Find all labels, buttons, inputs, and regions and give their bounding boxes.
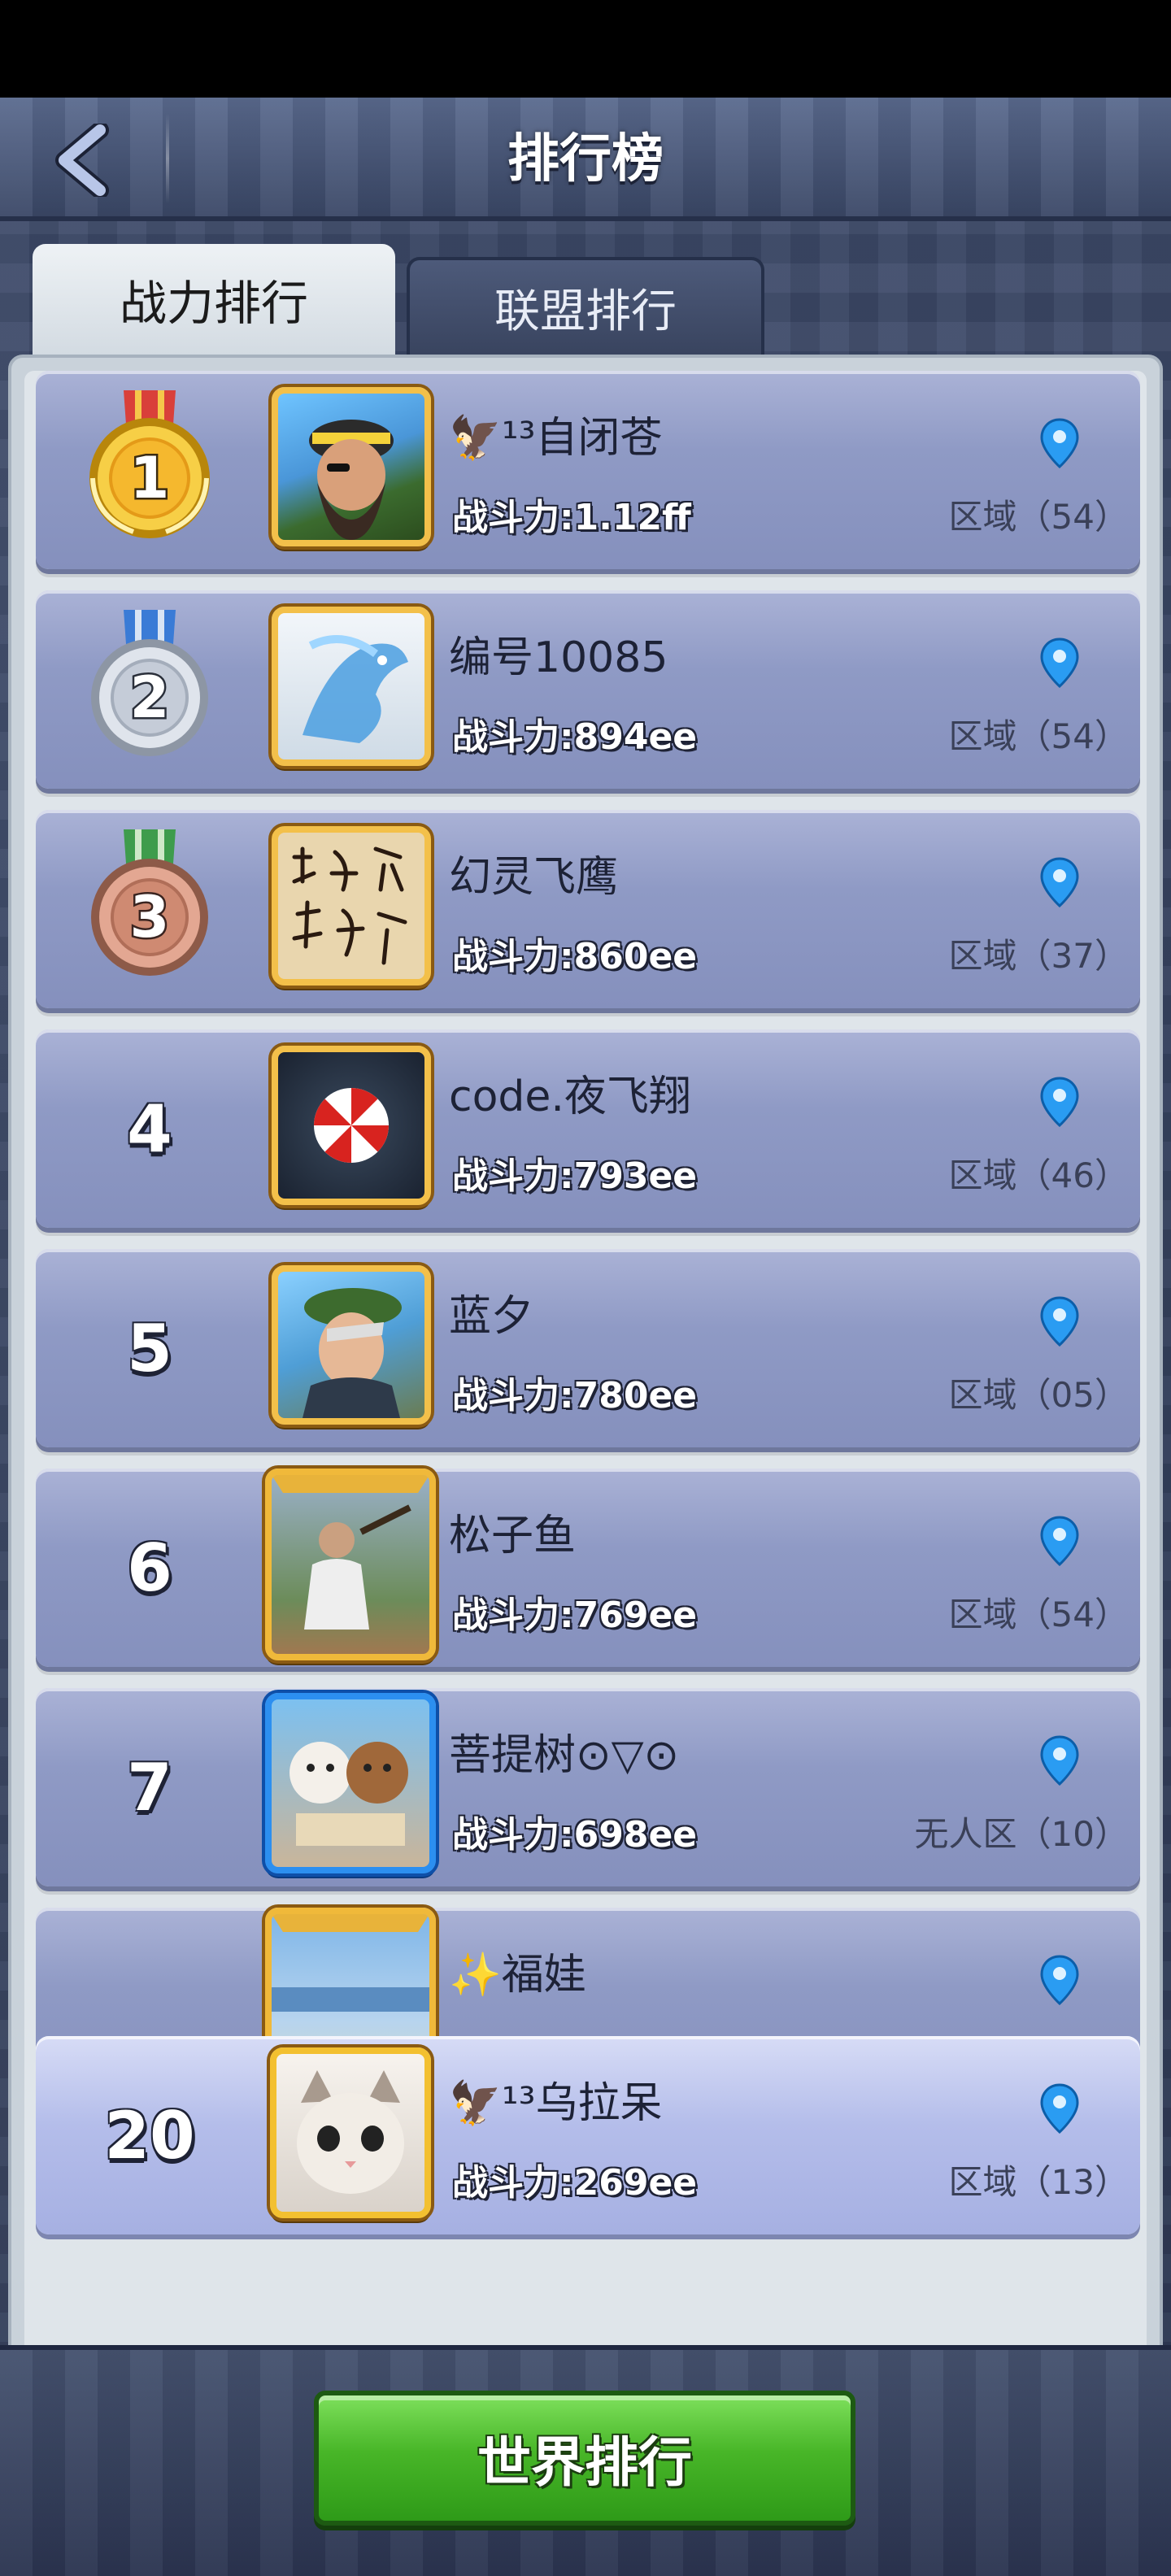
avatar[interactable]	[265, 1469, 436, 1660]
svg-text:2: 2	[130, 664, 170, 731]
player-name: code.夜飞翔	[449, 1073, 691, 1121]
svg-text:1: 1	[130, 445, 170, 511]
location-pin-icon[interactable]	[1039, 857, 1080, 907]
gold-medal-icon: 1	[89, 390, 210, 538]
avatar-soldier-icon	[303, 1288, 402, 1418]
region-label: 区域（46）	[948, 1155, 1129, 1195]
region-label: 区域（37）	[948, 936, 1129, 976]
region-label: 无人区（10）	[914, 1814, 1129, 1854]
tab-alliance-ranking[interactable]: 联盟排行	[407, 257, 764, 355]
umbrella-logo-icon	[314, 1088, 389, 1163]
player-name: ✨福娃	[449, 1951, 586, 1999]
region-label: 区域（54）	[948, 1595, 1129, 1634]
player-name: 🦅¹³乌拉呆	[449, 2079, 663, 2128]
avatar-sea-icon	[272, 1914, 429, 2012]
list-item[interactable]: 4 code.夜飞翔 战斗力:793ee 区域（46）	[36, 1029, 1140, 1228]
list-item[interactable]: 7 菩提树⊙▽⊙ 战斗力:698ee 无人区（10）	[36, 1688, 1140, 1886]
player-name: 松子鱼	[449, 1512, 577, 1560]
list-item[interactable]: 3 幻灵飞鹰 战斗力:860ee 区域（37）	[36, 810, 1140, 1008]
player-name: 菩提树⊙▽⊙	[449, 1731, 680, 1780]
avatar-dragon-icon	[303, 635, 408, 743]
avatar-bears-icon	[289, 1742, 408, 1846]
player-name: 编号10085	[449, 633, 668, 682]
location-pin-icon[interactable]	[1039, 1296, 1080, 1347]
rank-number: 4	[127, 1090, 172, 1167]
list-item[interactable]: 2 编号10085 战斗力:894ee 区域（54）	[36, 590, 1140, 789]
tab-power-ranking[interactable]: 战力排行	[33, 244, 395, 355]
location-pin-icon[interactable]	[1039, 418, 1080, 468]
avatar[interactable]	[272, 826, 431, 986]
list-item[interactable]: 1 🦅¹³自闭苍 战斗力:1.12ff 区域（54）	[36, 371, 1140, 569]
svg-text:3: 3	[130, 884, 170, 951]
location-pin-icon[interactable]	[1039, 1516, 1080, 1566]
player-name: 🦅¹³自闭苍	[449, 414, 663, 463]
app-root: 排行榜 战力排行 联盟排行 1 🦅¹³自闭苍 战斗力:1.12ff 区域（54）…	[0, 98, 1171, 2576]
region-label: 区域（54）	[948, 716, 1129, 756]
ranking-panel: 1 🦅¹³自闭苍 战斗力:1.12ff 区域（54） 2 编号10085 战斗力…	[8, 355, 1163, 2430]
player-name: 蓝夕	[449, 1292, 534, 1341]
rank-number: 5	[127, 1310, 172, 1386]
page-title: 排行榜	[507, 129, 664, 189]
location-pin-icon[interactable]	[1039, 1735, 1080, 1786]
region-label: 区域（05）	[948, 1375, 1129, 1415]
header-bar: 排行榜	[0, 98, 1171, 221]
power-value: 战斗力:793ee	[452, 1155, 698, 1197]
list-item[interactable]: 6 松子鱼 战斗力:769ee 区域（54）	[36, 1469, 1140, 1667]
player-name: 幻灵飞鹰	[449, 853, 619, 902]
rank-number: 7	[127, 1749, 172, 1825]
avatar-cat-icon	[297, 2070, 404, 2194]
power-value: 战斗力:1.12ff	[452, 497, 691, 538]
power-value: 战斗力:769ee	[452, 1595, 698, 1636]
power-value: 战斗力:269ee	[452, 2162, 698, 2204]
avatar[interactable]	[272, 607, 431, 766]
location-pin-icon[interactable]	[1039, 1955, 1080, 2005]
avatar[interactable]	[270, 2047, 431, 2218]
bronze-medal-icon: 3	[91, 829, 208, 976]
avatar-calligraphy-icon	[292, 846, 407, 965]
avatar[interactable]	[272, 1046, 431, 1205]
avatar[interactable]	[272, 387, 431, 546]
location-pin-icon[interactable]	[1039, 1077, 1080, 1127]
world-ranking-button[interactable]: 世界排行	[314, 2391, 855, 2526]
rank-number: 6	[127, 1530, 172, 1606]
avatar[interactable]	[272, 1265, 431, 1425]
avatar-portrait-icon	[309, 420, 394, 540]
power-value: 战斗力:780ee	[452, 1375, 698, 1416]
power-value: 战斗力:860ee	[452, 936, 698, 977]
rank-number: 20	[104, 2097, 195, 2174]
power-value: 战斗力:698ee	[452, 1814, 698, 1856]
avatar[interactable]	[265, 1693, 436, 1873]
region-label: 区域（54）	[948, 497, 1129, 537]
location-pin-icon[interactable]	[1039, 2083, 1080, 2134]
ranking-list[interactable]: 1 🦅¹³自闭苍 战斗力:1.12ff 区域（54） 2 编号10085 战斗力…	[24, 371, 1147, 2413]
list-item[interactable]: 5 蓝夕 战斗力:780ee 区域（05）	[36, 1249, 1140, 1447]
avatar-baseball-icon	[272, 1475, 429, 1630]
my-rank-row[interactable]: 20 🦅¹³乌拉呆 战斗力:269ee 区域（13）	[36, 2036, 1140, 2234]
power-value: 战斗力:894ee	[452, 716, 698, 758]
region-label: 区域（13）	[948, 2162, 1129, 2202]
location-pin-icon[interactable]	[1039, 637, 1080, 688]
silver-medal-icon: 2	[91, 610, 208, 756]
